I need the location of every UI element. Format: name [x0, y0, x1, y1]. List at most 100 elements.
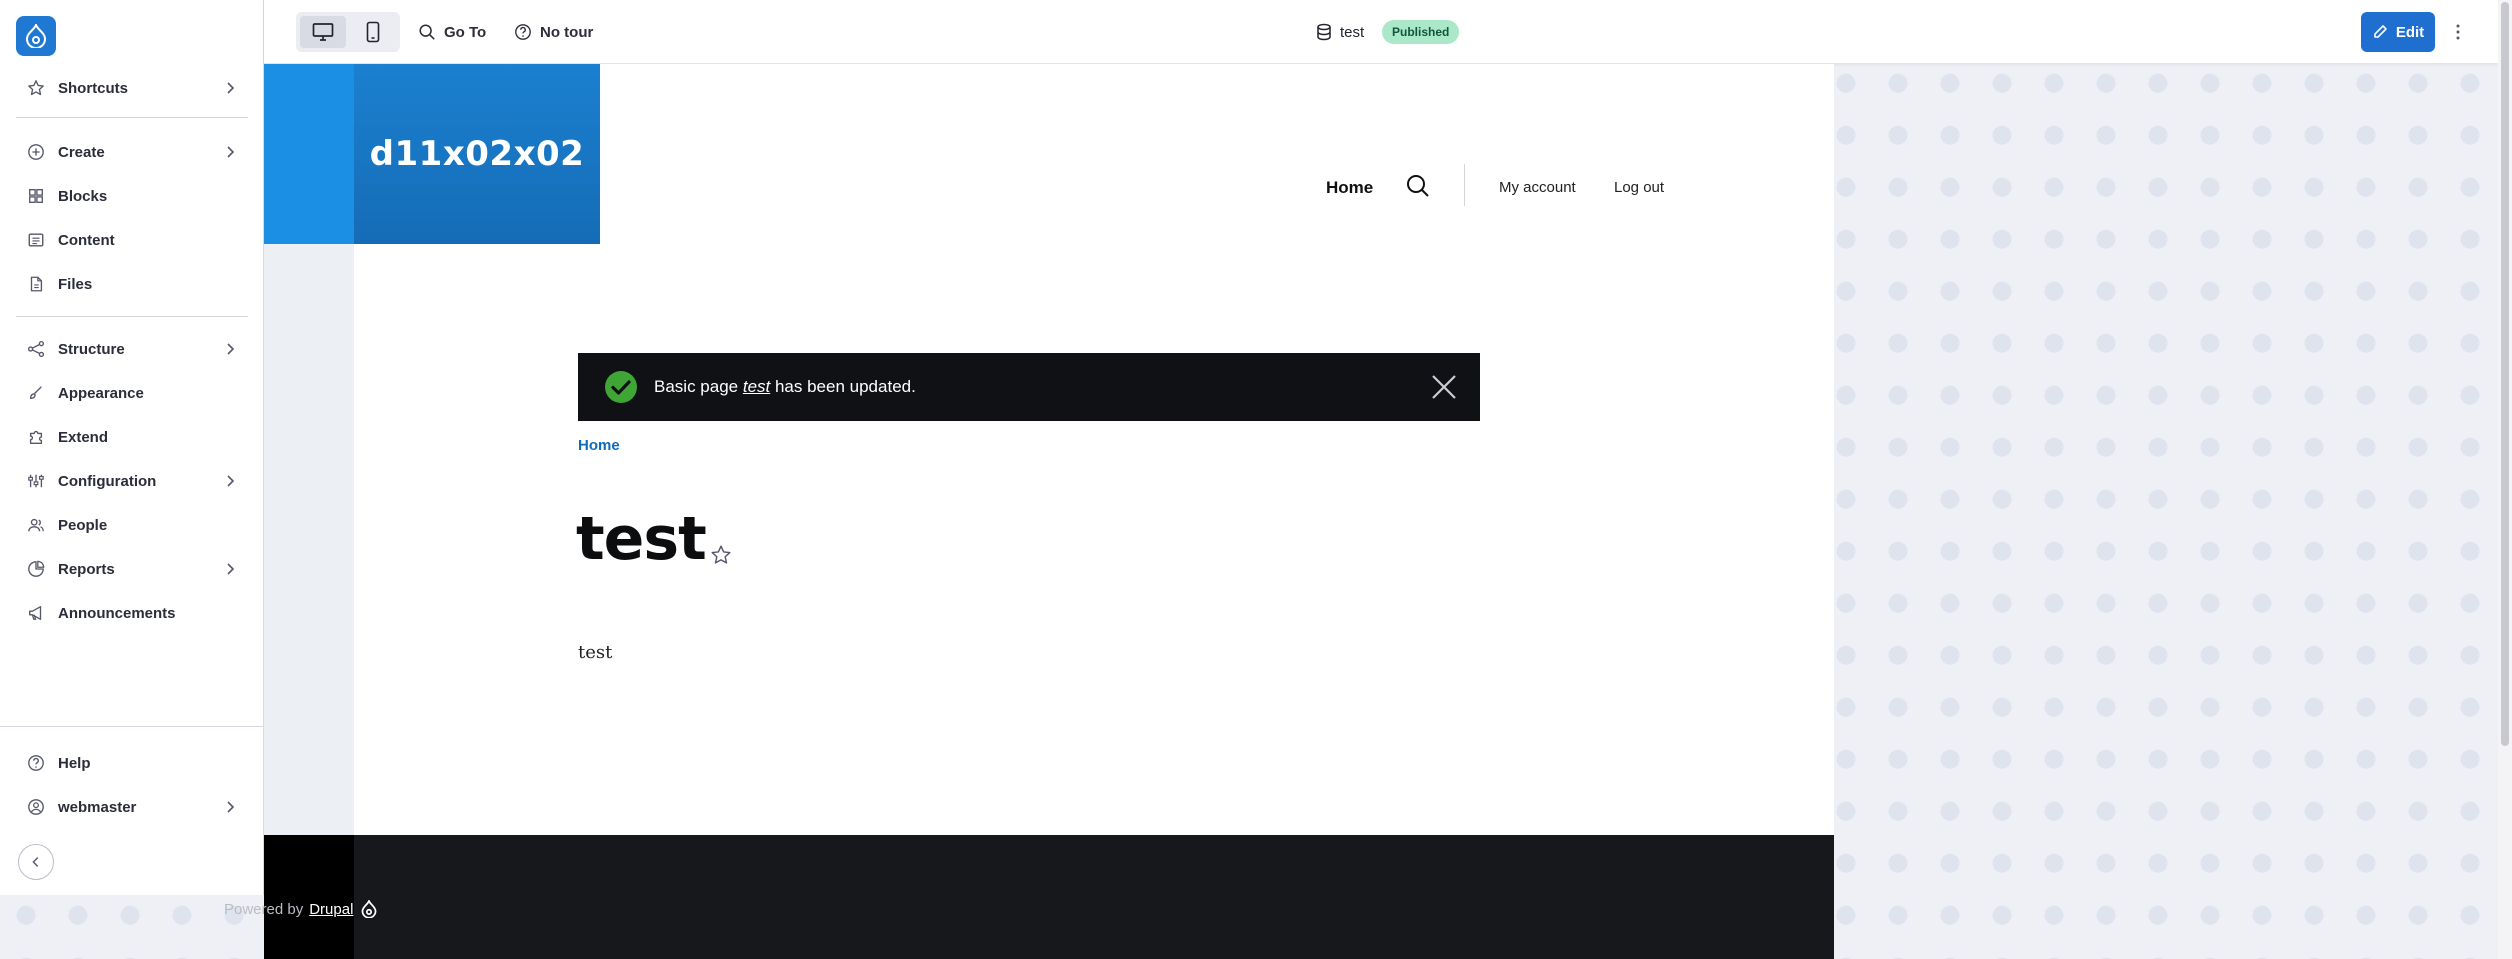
more-actions-button[interactable] [2450, 20, 2466, 44]
edit-button[interactable]: Edit [2361, 12, 2435, 52]
desktop-icon [312, 23, 334, 41]
search-icon [419, 24, 435, 40]
sidebar-item-label: Structure [58, 340, 125, 358]
device-preview-toggle [296, 12, 400, 52]
sidebar-item-announcements[interactable]: Announcements [14, 595, 250, 631]
sidebar-item-label: Help [58, 754, 91, 772]
site-nav-home-link[interactable]: Home [1326, 178, 1373, 198]
footer-gutter [264, 835, 354, 959]
star-icon [26, 78, 46, 98]
chevron-right-icon [227, 475, 235, 487]
user-circle-icon [26, 797, 46, 817]
sidebar-divider [16, 316, 248, 317]
kebab-icon [2456, 24, 2460, 40]
powered-by: Powered by Drupal [224, 900, 377, 918]
sidebar-divider [0, 726, 264, 727]
star-icon[interactable] [710, 544, 732, 566]
file-icon [26, 274, 46, 294]
powered-by-label: Powered by [224, 900, 304, 918]
admin-sidebar: Shortcuts Create Blocks Content Files St… [0, 0, 264, 895]
sidebar-item-label: Reports [58, 560, 115, 578]
sidebar-item-configuration[interactable]: Configuration [14, 463, 250, 499]
sidebar-item-create[interactable]: Create [14, 134, 250, 170]
status-badge: Published [1382, 20, 1460, 44]
site-name[interactable]: d11x02x02 [354, 64, 600, 244]
page-title: test [576, 504, 707, 574]
scrollbar-thumb[interactable] [2501, 2, 2509, 746]
check-circle-icon [605, 371, 637, 403]
sidebar-item-structure[interactable]: Structure [14, 331, 250, 367]
message-link[interactable]: test [743, 377, 770, 396]
pencil-icon [2374, 25, 2387, 38]
chevron-right-icon [227, 82, 235, 94]
body-text: test [578, 642, 613, 663]
mobile-icon [366, 21, 380, 43]
page-title-indicator: test [1316, 20, 1364, 44]
puzzle-icon [26, 427, 46, 447]
sidebar-item-extend[interactable]: Extend [14, 419, 250, 455]
structure-icon [26, 339, 46, 359]
drupal-drop-icon [25, 24, 47, 48]
collapse-sidebar-button[interactable] [18, 844, 54, 880]
message-suffix: has been updated. [770, 377, 916, 396]
blocks-icon [26, 186, 46, 206]
sidebar-item-help[interactable]: Help [14, 745, 250, 781]
message-prefix: Basic page [654, 377, 743, 396]
sidebar-item-files[interactable]: Files [14, 266, 250, 302]
brand-accent-block [264, 64, 354, 244]
drupal-drop-icon [361, 900, 377, 918]
sidebar-item-blocks[interactable]: Blocks [14, 178, 250, 214]
sliders-icon [26, 471, 46, 491]
tour-label: No tour [540, 23, 594, 41]
desktop-preview-button[interactable] [300, 16, 346, 48]
sidebar-item-label: Announcements [58, 604, 176, 622]
sidebar-divider [16, 117, 248, 118]
site-preview: d11x02x02 Home My account Log out Basic … [264, 64, 1834, 959]
sidebar-item-label: Shortcuts [58, 79, 129, 97]
site-left-gutter [264, 244, 354, 835]
chevron-right-icon [227, 801, 235, 813]
site-nav-separator [1464, 164, 1465, 206]
reports-icon [26, 559, 46, 579]
chevron-left-icon [32, 857, 39, 867]
search-icon[interactable] [1406, 174, 1430, 198]
drupal-link[interactable]: Drupal [309, 901, 353, 918]
breadcrumb[interactable]: Home [578, 437, 620, 454]
sidebar-item-appearance[interactable]: Appearance [14, 375, 250, 411]
chevron-right-icon [227, 146, 235, 158]
log-out-link[interactable]: Log out [1614, 179, 1664, 196]
page-title-text: test [1340, 23, 1365, 41]
message-text: Basic page test has been updated. [654, 377, 916, 397]
goto-label: Go To [444, 23, 487, 41]
mobile-preview-button[interactable] [350, 16, 396, 48]
edit-label: Edit [2395, 23, 2425, 41]
tour-button[interactable]: No tour [514, 20, 593, 44]
sidebar-item-label: webmaster [58, 798, 137, 816]
chevron-right-icon [227, 343, 235, 355]
sidebar-item-content[interactable]: Content [14, 222, 250, 258]
chevron-right-icon [227, 563, 235, 575]
sidebar-item-label: People [58, 516, 108, 534]
sidebar-item-label: Blocks [58, 187, 108, 205]
sidebar-item-reports[interactable]: Reports [14, 551, 250, 587]
status-message: Basic page test has been updated. [578, 353, 1480, 421]
brush-icon [26, 383, 46, 403]
megaphone-icon [26, 603, 46, 623]
drupal-logo[interactable] [16, 16, 56, 56]
help-icon [26, 753, 46, 773]
sidebar-item-people[interactable]: People [14, 507, 250, 543]
close-icon[interactable] [1430, 373, 1458, 401]
sidebar-item-label: Configuration [58, 472, 157, 490]
goto-button[interactable]: Go To [418, 20, 486, 44]
database-icon [1317, 23, 1331, 41]
content-icon [26, 230, 46, 250]
sidebar-item-label: Create [58, 143, 105, 161]
people-icon [26, 515, 46, 535]
top-bar: Go To No tour test Published Edit [264, 0, 2498, 64]
sidebar-item-label: Appearance [58, 384, 144, 402]
site-footer [354, 835, 1834, 959]
sidebar-item-user[interactable]: webmaster [14, 789, 250, 825]
sidebar-item-label: Extend [58, 428, 109, 446]
my-account-link[interactable]: My account [1499, 179, 1576, 196]
sidebar-item-shortcuts[interactable]: Shortcuts [14, 70, 250, 106]
